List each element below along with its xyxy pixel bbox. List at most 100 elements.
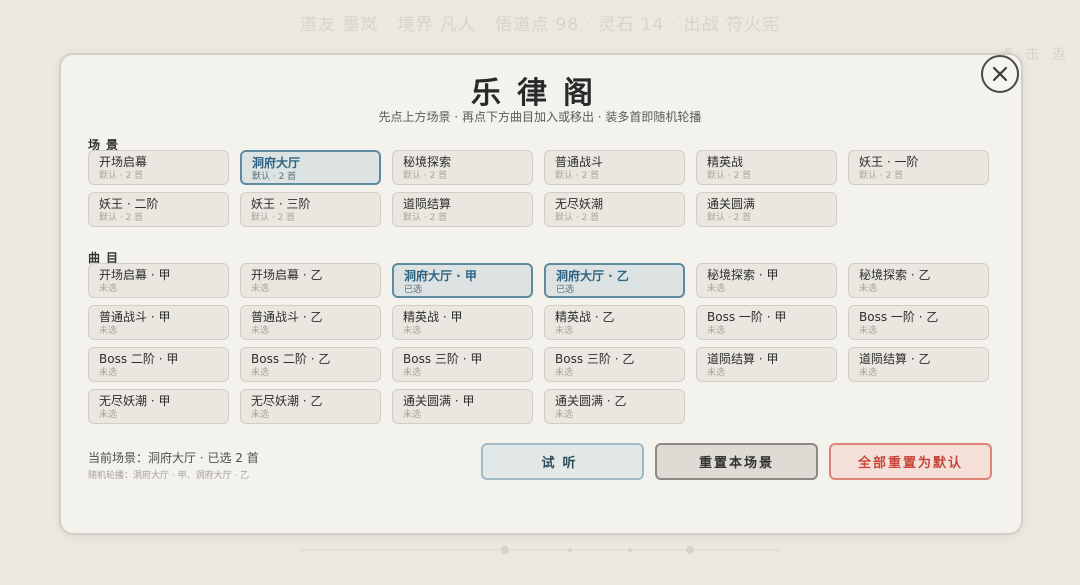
track-card-name: Boss 一阶 · 乙 [859,310,939,324]
track-card-status: 未选 [859,368,878,378]
scene-card-name: 普通战斗 [555,155,604,169]
track-card-status: 未选 [555,368,574,378]
scene-card-name: 通关圆满 [707,197,756,211]
track-card[interactable]: 精英战 · 乙未选 [544,305,685,340]
reset-scene-button[interactable]: 重置本场景 [655,443,818,480]
track-card-status: 未选 [555,410,574,420]
scene-card-status: 默认 · 2 首 [555,213,600,223]
track-card[interactable]: 道陨结算 · 甲未选 [696,347,837,382]
scene-card-status: 默认 · 2 首 [99,213,144,223]
random-playlist-status: 随机轮播：洞府大厅 · 甲、洞府大厅 · 乙 [88,471,250,481]
track-card[interactable]: Boss 三阶 · 乙未选 [544,347,685,382]
track-card-name: 道陨结算 · 甲 [707,352,779,366]
track-card-name: Boss 二阶 · 甲 [99,352,179,366]
track-card[interactable]: 洞府大厅 · 甲已选 [392,263,533,298]
track-card-status: 未选 [403,368,422,378]
track-card-name: 开场启幕 · 乙 [251,268,323,282]
listen-button[interactable]: 试听 [481,443,644,480]
scene-card-status: 默认 · 2 首 [403,171,448,181]
scene-card-status: 默认 · 2 首 [403,213,448,223]
track-card-status: 未选 [99,326,118,336]
track-card-status: 未选 [403,410,422,420]
track-card[interactable]: 普通战斗 · 甲未选 [88,305,229,340]
scene-card[interactable]: 道陨结算默认 · 2 首 [392,192,533,227]
track-card[interactable]: 普通战斗 · 乙未选 [240,305,381,340]
track-card-name: Boss 三阶 · 甲 [403,352,483,366]
track-card-name: 普通战斗 · 甲 [99,310,171,324]
scene-card-status: 默认 · 2 首 [252,172,297,182]
scene-card[interactable]: 精英战默认 · 2 首 [696,150,837,185]
track-card-name: 无尽妖潮 · 甲 [99,394,171,408]
track-card-status: 未选 [707,326,726,336]
scene-card[interactable]: 开场启幕默认 · 2 首 [88,150,229,185]
scene-card-status: 默认 · 2 首 [707,213,752,223]
track-card-name: Boss 三阶 · 乙 [555,352,635,366]
scene-card-status: 默认 · 2 首 [99,171,144,181]
track-card-name: 精英战 · 乙 [555,310,615,324]
track-card-status: 已选 [404,285,423,295]
scene-card[interactable]: 无尽妖潮默认 · 2 首 [544,192,685,227]
scene-card-name: 精英战 [707,155,744,169]
track-card[interactable]: 通关圆满 · 甲未选 [392,389,533,424]
scene-card[interactable]: 妖王 · 三阶默认 · 2 首 [240,192,381,227]
track-card[interactable]: 道陨结算 · 乙未选 [848,347,989,382]
track-card[interactable]: 无尽妖潮 · 乙未选 [240,389,381,424]
track-card[interactable]: 通关圆满 · 乙未选 [544,389,685,424]
track-card[interactable]: 秘境探索 · 乙未选 [848,263,989,298]
scene-card-name: 秘境探索 [403,155,452,169]
track-card-name: 无尽妖潮 · 乙 [251,394,323,408]
track-card-status: 未选 [403,326,422,336]
current-scene-status: 当前场景：洞府大厅 · 已选 2 首 [88,451,259,465]
track-card-name: 通关圆满 · 乙 [555,394,627,408]
dialog-title: 乐律阁 [471,76,609,111]
track-card-name: 道陨结算 · 乙 [859,352,931,366]
track-card-status: 已选 [556,285,575,295]
track-card[interactable]: Boss 一阶 · 乙未选 [848,305,989,340]
track-card[interactable]: 秘境探索 · 甲未选 [696,263,837,298]
track-card[interactable]: 精英战 · 甲未选 [392,305,533,340]
track-card[interactable]: 开场启幕 · 乙未选 [240,263,381,298]
reset-all-button[interactable]: 全部重置为默认 [829,443,992,480]
track-card-status: 未选 [859,326,878,336]
track-card[interactable]: Boss 一阶 · 甲未选 [696,305,837,340]
scene-card-status: 默认 · 2 首 [859,171,904,181]
scene-card[interactable]: 妖王 · 一阶默认 · 2 首 [848,150,989,185]
scene-card[interactable]: 洞府大厅 默认 · 2 首 [240,150,381,185]
scene-card-status: 默认 · 2 首 [707,171,752,181]
track-card-status: 未选 [251,410,270,420]
track-card-status: 未选 [555,326,574,336]
track-card-name: 精英战 · 甲 [403,310,463,324]
scene-card[interactable]: 妖王 · 二阶 默认 · 2 首 [88,192,229,227]
track-card-status: 未选 [251,368,270,378]
track-card-name: 开场启幕 · 甲 [99,268,171,282]
scene-card[interactable]: 通关圆满默认 · 2 首 [696,192,837,227]
scene-card-name: 妖王 · 一阶 [859,155,919,169]
track-card-name: 通关圆满 · 甲 [403,394,475,408]
scene-card-status: 默认 · 2 首 [555,171,600,181]
track-card[interactable]: Boss 二阶 · 甲未选 [88,347,229,382]
scene-card-status: 默认 · 2 首 [251,213,296,223]
scene-card[interactable]: 普通战斗默认 · 2 首 [544,150,685,185]
track-card-status: 未选 [707,284,726,294]
scene-card-name: 道陨结算 [403,197,452,211]
track-card-status: 未选 [99,284,118,294]
track-card[interactable]: 无尽妖潮 · 甲未选 [88,389,229,424]
background-status-bar: 道友 墨岚 · 境界 凡人 · 悟道点 98 · 灵石 14 · 出战 符火宪 [299,15,781,35]
track-card-status: 未选 [707,368,726,378]
track-card-name: 秘境探索 · 乙 [859,268,931,282]
scene-card-name: 无尽妖潮 [555,197,604,211]
dialog-subtitle: 先点上方场景 · 再点下方曲目加入或移出 · 装多首即随机轮播 [378,110,702,124]
scene-card-name: 妖王 · 三阶 [251,197,311,211]
track-card-status: 未选 [251,284,270,294]
scene-card[interactable]: 秘境探索默认 · 2 首 [392,150,533,185]
track-card-status: 未选 [859,284,878,294]
track-card[interactable]: Boss 三阶 · 甲未选 [392,347,533,382]
track-card[interactable]: 开场启幕 · 甲未选 [88,263,229,298]
track-card-name: Boss 一阶 · 甲 [707,310,787,324]
track-card-status: 未选 [99,368,118,378]
scene-card-name: 开场启幕 [99,155,148,169]
track-card[interactable]: 洞府大厅 · 乙已选 [544,263,685,298]
track-card[interactable]: Boss 二阶 · 乙未选 [240,347,381,382]
track-card-name: 洞府大厅 · 乙 [556,269,629,283]
track-card-status: 未选 [251,326,270,336]
